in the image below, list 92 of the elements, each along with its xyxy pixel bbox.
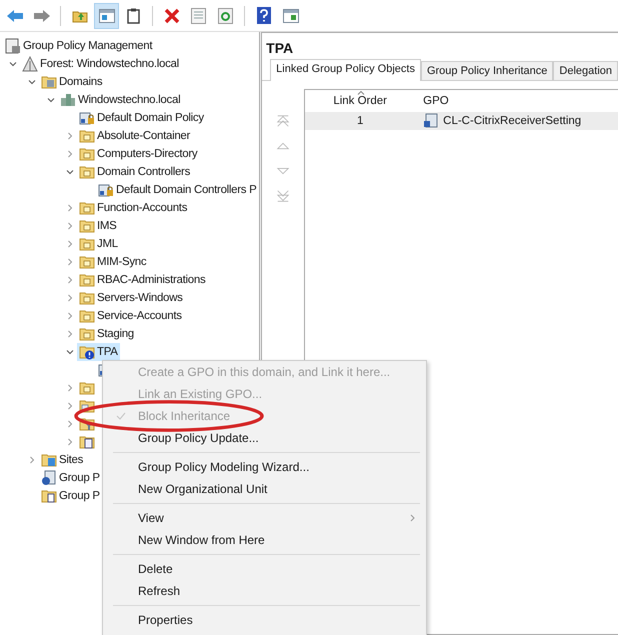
- folder-icon: [79, 128, 95, 144]
- console-icon: [5, 38, 21, 54]
- tree-item[interactable]: Default Domain Controllers P: [96, 181, 259, 199]
- expand-chevron-icon[interactable]: [65, 257, 75, 267]
- tree-item[interactable]: Computers-Directory: [77, 145, 200, 163]
- menu-item[interactable]: New Organizational Unit: [103, 478, 426, 500]
- column-header[interactable]: GPO: [415, 90, 618, 112]
- tree-item[interactable]: Absolute-Container: [77, 127, 192, 145]
- tree-item[interactable]: Domain Controllers: [77, 163, 192, 181]
- tree-item[interactable]: Windowstechno.local: [58, 91, 182, 109]
- menu-item[interactable]: New Window from Here: [103, 529, 426, 551]
- tree-item[interactable]: Sites: [39, 451, 86, 469]
- expand-chevron-icon[interactable]: [65, 275, 75, 285]
- collapse-chevron-icon[interactable]: [27, 77, 37, 87]
- table-cell-text: 1: [356, 115, 364, 127]
- tree-item[interactable]: JML: [77, 235, 120, 253]
- menu-item[interactable]: Delete: [103, 558, 426, 580]
- tree-item[interactable]: RBAC-Administrations: [77, 271, 208, 289]
- table-row[interactable]: 1 CL-C-CitrixReceiverSetting: [305, 112, 618, 130]
- tree-item[interactable]: Forest: Windowstechno.local: [20, 55, 181, 73]
- expand-chevron-icon[interactable]: [65, 149, 75, 159]
- triangle-icon: [22, 56, 38, 72]
- folder-document-icon: [79, 434, 95, 450]
- menu-item[interactable]: View: [103, 507, 426, 529]
- expand-chevron-icon[interactable]: [65, 419, 75, 429]
- tab[interactable]: Group Policy Inheritance: [420, 61, 554, 80]
- folder-icon: [79, 164, 95, 180]
- scroll-lock-icon: [98, 182, 114, 198]
- expand-chevron-icon[interactable]: [65, 239, 75, 249]
- tree-item[interactable]: Domains: [39, 73, 104, 91]
- menu-item[interactable]: Properties: [103, 609, 426, 631]
- expand-chevron-icon[interactable]: [65, 401, 75, 411]
- folder-icon: [79, 380, 95, 396]
- folder-icon: [41, 74, 57, 90]
- expand-chevron-icon[interactable]: [27, 455, 37, 465]
- folder-icon: [79, 236, 95, 252]
- expand-chevron-icon[interactable]: [65, 203, 75, 213]
- folder-icon: [79, 272, 95, 288]
- folder-icon: [79, 218, 95, 234]
- menu-item[interactable]: Group Policy Update...: [103, 427, 426, 449]
- tree-item[interactable]: Default Domain Policy: [77, 109, 206, 127]
- move-to-bottom-icon[interactable]: [276, 188, 290, 204]
- folder-icon: [79, 290, 95, 306]
- expand-chevron-icon[interactable]: [65, 437, 75, 447]
- column-header[interactable]: Link Order: [305, 90, 416, 112]
- folder-icon: [79, 308, 95, 324]
- folder-document-icon: [41, 488, 57, 504]
- action-pane-icon: [282, 8, 298, 22]
- tree-item[interactable]: Group Policy Management: [3, 37, 154, 55]
- pane-title: TPA: [265, 39, 294, 58]
- expand-chevron-icon[interactable]: [65, 131, 75, 141]
- expand-chevron-icon[interactable]: [65, 221, 75, 231]
- collapse-chevron-icon[interactable]: [46, 95, 56, 105]
- console-tree-icon: [98, 8, 114, 22]
- expand-chevron-icon[interactable]: [65, 383, 75, 393]
- scroll-lock-icon: [79, 110, 95, 126]
- delete-icon: [164, 8, 180, 24]
- collapse-chevron-icon[interactable]: [65, 347, 75, 357]
- folder-icon: [41, 452, 57, 468]
- table-cell: CL-C-CitrixReceiverSetting: [443, 115, 582, 127]
- tree-item[interactable]: Staging: [77, 325, 136, 343]
- collapse-chevron-icon[interactable]: [8, 59, 18, 69]
- tree-item[interactable]: IMS: [77, 217, 119, 235]
- folder-icon: [79, 326, 95, 342]
- folder-icon: [79, 146, 95, 162]
- folder-icon: [79, 254, 95, 270]
- properties-icon: [191, 8, 206, 24]
- back-arrow-icon: [6, 8, 24, 22]
- tree-item[interactable]: TPA: [77, 343, 120, 361]
- tree-item[interactable]: Group P: [39, 469, 102, 487]
- expand-chevron-icon[interactable]: [65, 293, 75, 303]
- move-to-top-icon[interactable]: [276, 113, 290, 129]
- domain-icon: [60, 92, 76, 108]
- refresh-icon: [218, 8, 233, 24]
- help-icon: [256, 7, 270, 24]
- tree-item[interactable]: Function-Accounts: [77, 199, 190, 217]
- tree-item[interactable]: Service-Accounts: [77, 307, 184, 325]
- menu-item[interactable]: Group Policy Modeling Wizard...: [103, 456, 426, 478]
- tab[interactable]: Linked Group Policy Objects: [270, 59, 421, 81]
- tab[interactable]: Delegation: [553, 61, 618, 80]
- tree-item[interactable]: Group P: [39, 487, 102, 505]
- scroll-icon: [423, 113, 440, 129]
- collapse-chevron-icon[interactable]: [65, 167, 75, 177]
- menu-item[interactable]: Refresh: [103, 580, 426, 602]
- tree-item[interactable]: MIM-Sync: [77, 253, 148, 271]
- forward-arrow-icon: [32, 8, 50, 22]
- clipboard-icon: [127, 8, 140, 24]
- tree-item[interactable]: Servers-Windows: [77, 289, 185, 307]
- folder-icon: [79, 200, 95, 216]
- expand-chevron-icon[interactable]: [65, 329, 75, 339]
- expand-chevron-icon[interactable]: [65, 311, 75, 321]
- folder-alert-icon: [79, 344, 95, 360]
